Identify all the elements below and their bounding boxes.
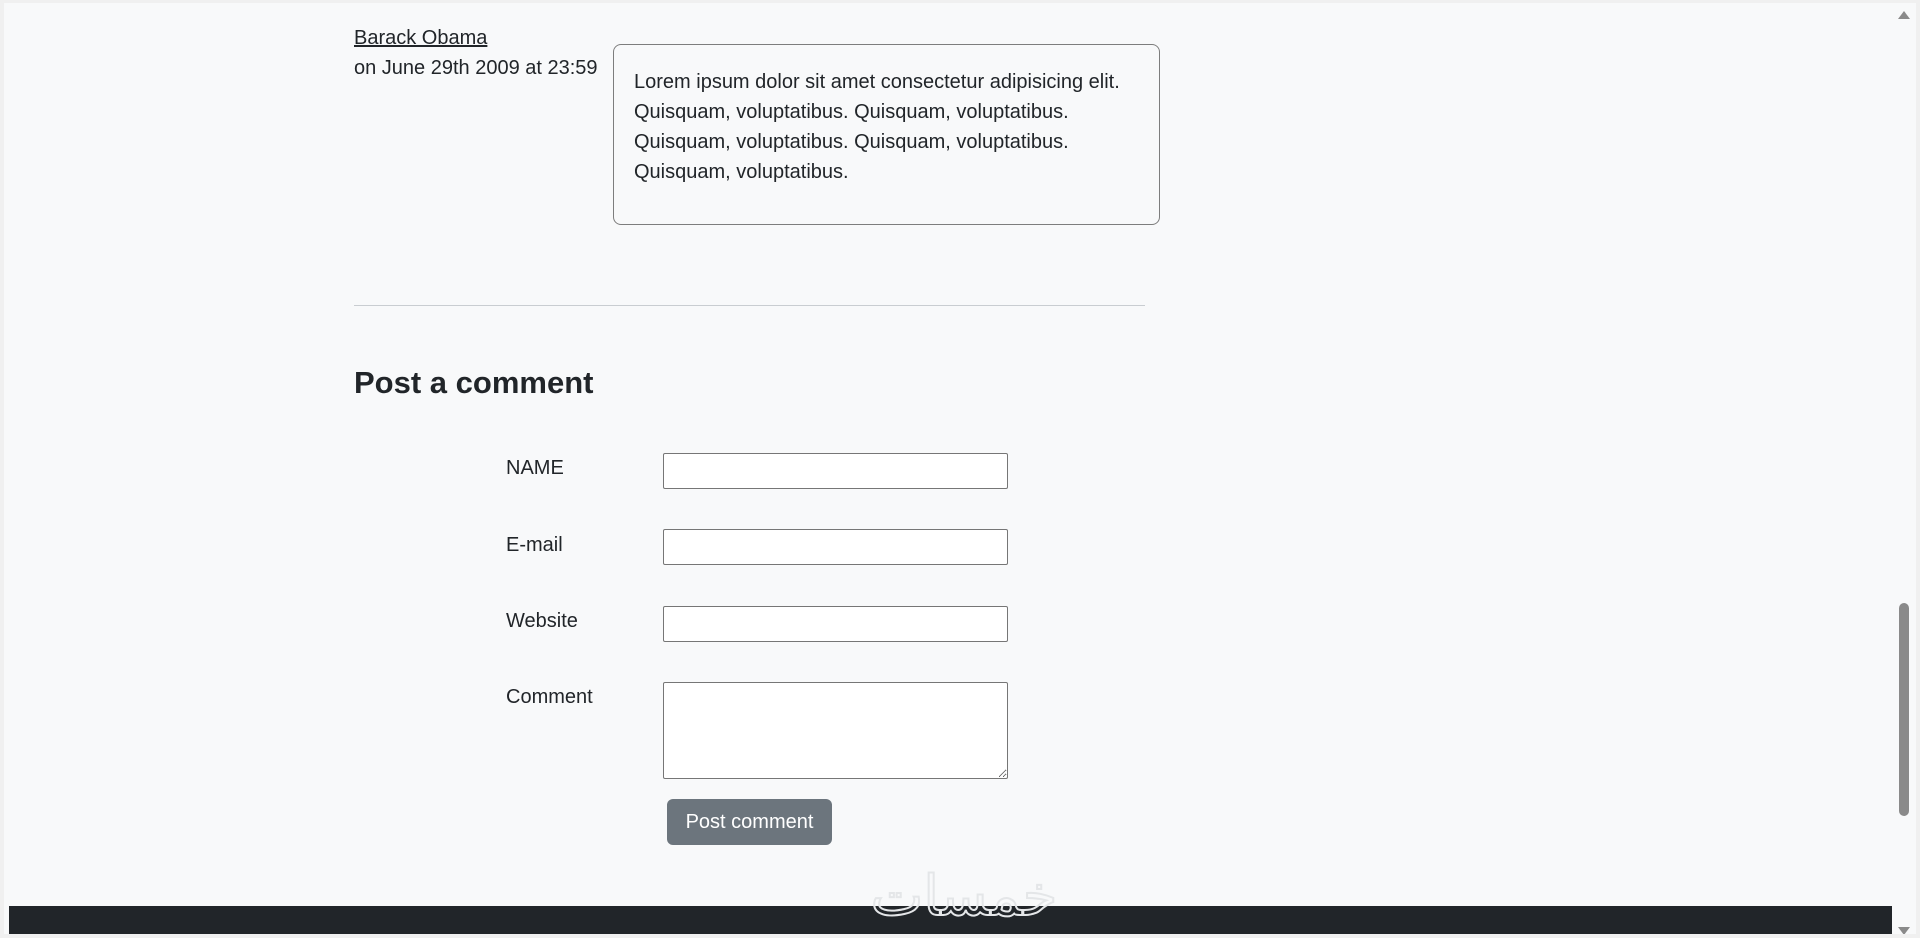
section-divider — [354, 305, 1145, 306]
comment-author-link[interactable]: Barack Obama — [354, 27, 487, 50]
scroll-up-arrow-icon[interactable] — [1898, 11, 1910, 19]
comment-text: Lorem ipsum dolor sit amet consectetur a… — [634, 71, 1120, 183]
comment-textarea[interactable] — [663, 682, 1008, 779]
comment-label: Comment — [506, 686, 593, 708]
form-heading: Post a comment — [354, 365, 594, 400]
comment-date: on June 29th 2009 at 23:59 — [354, 57, 598, 79]
comment-text-box: Lorem ipsum dolor sit amet consectetur a… — [613, 44, 1160, 225]
website-label: Website — [506, 610, 578, 632]
email-label: E-mail — [506, 534, 563, 556]
footer-bar — [9, 906, 1900, 934]
page: Barack Obama on June 29th 2009 at 23:59 … — [0, 0, 1920, 938]
name-input[interactable] — [663, 453, 1008, 489]
scrollbar-thumb[interactable] — [1899, 603, 1909, 816]
scroll-down-arrow-icon[interactable] — [1898, 927, 1910, 934]
vertical-scrollbar[interactable] — [1892, 3, 1916, 934]
website-input[interactable] — [663, 606, 1008, 642]
post-comment-button[interactable]: Post comment — [667, 799, 832, 845]
email-input[interactable] — [663, 529, 1008, 565]
name-label: NAME — [506, 457, 564, 479]
